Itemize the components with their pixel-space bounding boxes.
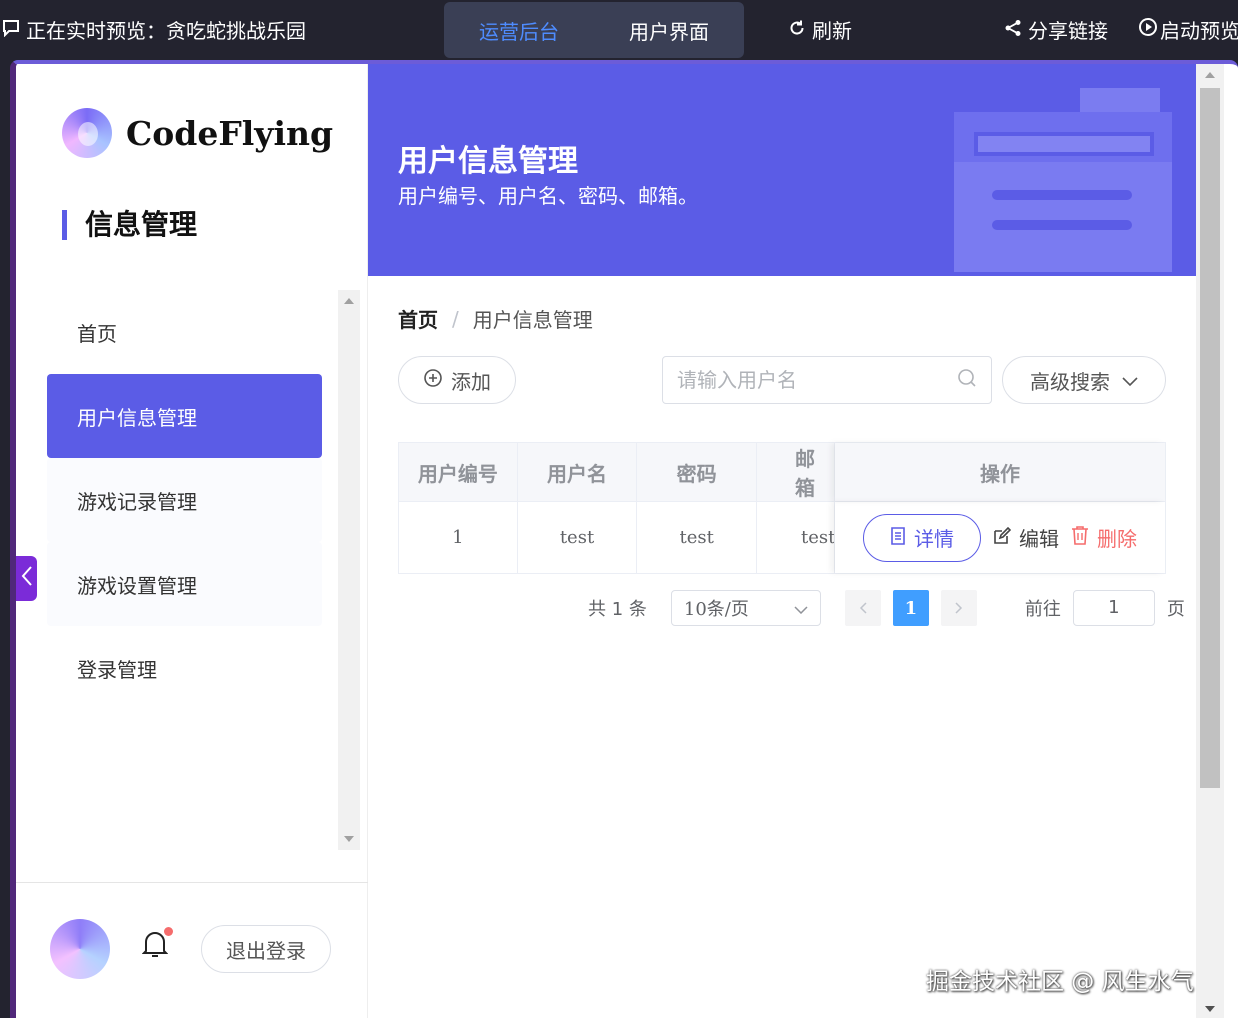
- sidebar-footer: 退出登录: [16, 882, 368, 1018]
- goto-page-input[interactable]: 1: [1072, 590, 1155, 626]
- pagination-total: 共 1 条: [588, 599, 647, 620]
- cell-username: test: [518, 502, 638, 573]
- add-label: 添加: [451, 369, 491, 394]
- page-size-select[interactable]: 10条/页: [670, 590, 821, 626]
- avatar[interactable]: [50, 919, 110, 979]
- edit-icon: [993, 526, 1012, 550]
- table-header: 用户编号 用户名 密码 邮箱 操作: [399, 443, 1165, 501]
- tab-ops-backend[interactable]: 运营后台: [444, 16, 594, 45]
- view-switcher: 运营后台 用户界面: [444, 2, 744, 58]
- chevron-left-icon: [21, 565, 33, 593]
- refresh-button[interactable]: 刷新: [788, 15, 852, 44]
- detail-label: 详情: [913, 527, 954, 551]
- notification-dot: [164, 927, 173, 936]
- page-number-button[interactable]: 1: [892, 590, 929, 626]
- logo: CodeFlying: [62, 108, 333, 158]
- cell-password: test: [637, 502, 758, 573]
- sidebar-item-home[interactable]: 首页: [47, 290, 322, 374]
- project-name: 贪吃蛇挑战乐园: [166, 19, 306, 43]
- add-button[interactable]: 添加: [398, 356, 516, 404]
- tab-user-interface[interactable]: 用户界面: [594, 16, 744, 45]
- search-field: [662, 356, 992, 404]
- cell-id: 1: [399, 502, 518, 573]
- sidebar-scrollbar[interactable]: [338, 290, 360, 850]
- chat-icon: [2, 19, 20, 41]
- page-title: 用户信息管理: [398, 144, 578, 179]
- brand-logo-icon: [62, 108, 112, 158]
- launch-preview-button[interactable]: 启动预览: [1138, 15, 1238, 44]
- column-header: 用户名: [518, 443, 638, 501]
- refresh-icon: [788, 18, 806, 42]
- page-suffix: 页: [1166, 599, 1185, 620]
- breadcrumb-current: 用户信息管理: [472, 308, 593, 332]
- chevron-left-icon: [859, 599, 867, 618]
- breadcrumb: 首页 / 用户信息管理: [398, 304, 593, 333]
- pagination: 共 1 条 10条/页 1 前往 1 页: [588, 590, 1185, 626]
- scroll-up-icon[interactable]: [1205, 72, 1215, 78]
- breadcrumb-separator: /: [452, 306, 459, 331]
- preview-frame: CodeFlying 信息管理 首页 用户信息管理 游戏记录管理 游戏设置管理 …: [10, 60, 1238, 1018]
- search-input[interactable]: [677, 368, 957, 392]
- watermark: 掘金技术社区 @ 风生水气: [926, 969, 1194, 995]
- page-subtitle: 用户编号、用户名、密码、邮箱。: [398, 184, 698, 208]
- preview-prefix: 正在实时预览：: [26, 19, 166, 43]
- sidebar-menu: 首页 用户信息管理 游戏记录管理 游戏设置管理 登录管理: [47, 290, 322, 710]
- column-header: 用户编号: [399, 443, 518, 501]
- edit-label: 编辑: [1018, 527, 1059, 551]
- user-table: 用户编号 用户名 密码 邮箱 操作 1 test test test 详情 编辑…: [398, 442, 1166, 574]
- refresh-label: 刷新: [812, 19, 852, 43]
- document-icon: [890, 526, 906, 550]
- sidebar-item-user-info[interactable]: 用户信息管理: [47, 374, 322, 458]
- next-page-button[interactable]: [940, 590, 977, 626]
- share-icon: [1004, 18, 1022, 42]
- cell-email: test: [757, 502, 835, 573]
- folder-illustration-icon: [954, 88, 1172, 272]
- breadcrumb-home[interactable]: 首页: [398, 304, 438, 333]
- play-circle-icon: [1138, 17, 1158, 42]
- preview-topbar: 正在实时预览： 贪吃蛇挑战乐园 运营后台 用户界面 刷新 分享链接 启动预览: [0, 0, 1238, 58]
- page-scrollbar[interactable]: [1196, 64, 1224, 1018]
- plus-circle-icon: [423, 368, 443, 393]
- delete-label: 删除: [1096, 527, 1137, 551]
- brand-name: CodeFlying: [126, 113, 334, 153]
- column-header: 邮箱: [757, 443, 835, 501]
- advanced-search-button[interactable]: 高级搜索: [1002, 356, 1166, 404]
- share-link-button[interactable]: 分享链接: [1004, 15, 1108, 44]
- page-banner: 用户信息管理 用户编号、用户名、密码、邮箱。: [368, 64, 1196, 276]
- sidebar: CodeFlying 信息管理 首页 用户信息管理 游戏记录管理 游戏设置管理 …: [16, 64, 368, 1018]
- goto-label: 前往: [1024, 599, 1061, 620]
- column-header: 密码: [637, 443, 758, 501]
- scroll-down-icon[interactable]: [344, 836, 354, 842]
- scroll-up-icon[interactable]: [344, 298, 354, 304]
- logout-button[interactable]: 退出登录: [201, 925, 331, 973]
- sidebar-item-login[interactable]: 登录管理: [47, 626, 322, 710]
- preview-title: 正在实时预览： 贪吃蛇挑战乐园: [2, 15, 306, 44]
- chevron-down-icon: [794, 598, 808, 619]
- cell-actions: 详情 编辑 删除: [835, 502, 1165, 573]
- table-row: 1 test test test 详情 编辑 删除: [399, 501, 1165, 573]
- prev-page-button[interactable]: [844, 590, 881, 626]
- chevron-down-icon: [1122, 368, 1138, 392]
- search-icon[interactable]: [957, 368, 977, 392]
- scrollbar-thumb[interactable]: [1200, 88, 1220, 788]
- page-size-value: 10条/页: [683, 599, 749, 620]
- chevron-right-icon: [955, 599, 963, 618]
- detail-button[interactable]: 详情: [862, 513, 981, 562]
- edit-button[interactable]: 编辑: [993, 523, 1059, 552]
- main-content: 用户信息管理 用户编号、用户名、密码、邮箱。 首页 / 用户信息管理 添加 请输…: [368, 64, 1196, 1018]
- row-actions: 详情 编辑 删除: [862, 513, 1137, 562]
- launch-label: 启动预览: [1160, 19, 1238, 43]
- sidebar-item-game-settings[interactable]: 游戏设置管理: [47, 542, 322, 626]
- delete-button[interactable]: 删除: [1071, 523, 1137, 552]
- collapse-sidebar-button[interactable]: [16, 556, 37, 601]
- section-title: 信息管理: [62, 210, 197, 240]
- trash-icon: [1071, 525, 1089, 550]
- column-header: 操作: [835, 443, 1165, 501]
- scroll-down-icon[interactable]: [1205, 1006, 1215, 1012]
- sidebar-item-game-records[interactable]: 游戏记录管理: [47, 458, 322, 542]
- share-label: 分享链接: [1028, 19, 1108, 43]
- advanced-search-label: 高级搜索: [1030, 369, 1110, 394]
